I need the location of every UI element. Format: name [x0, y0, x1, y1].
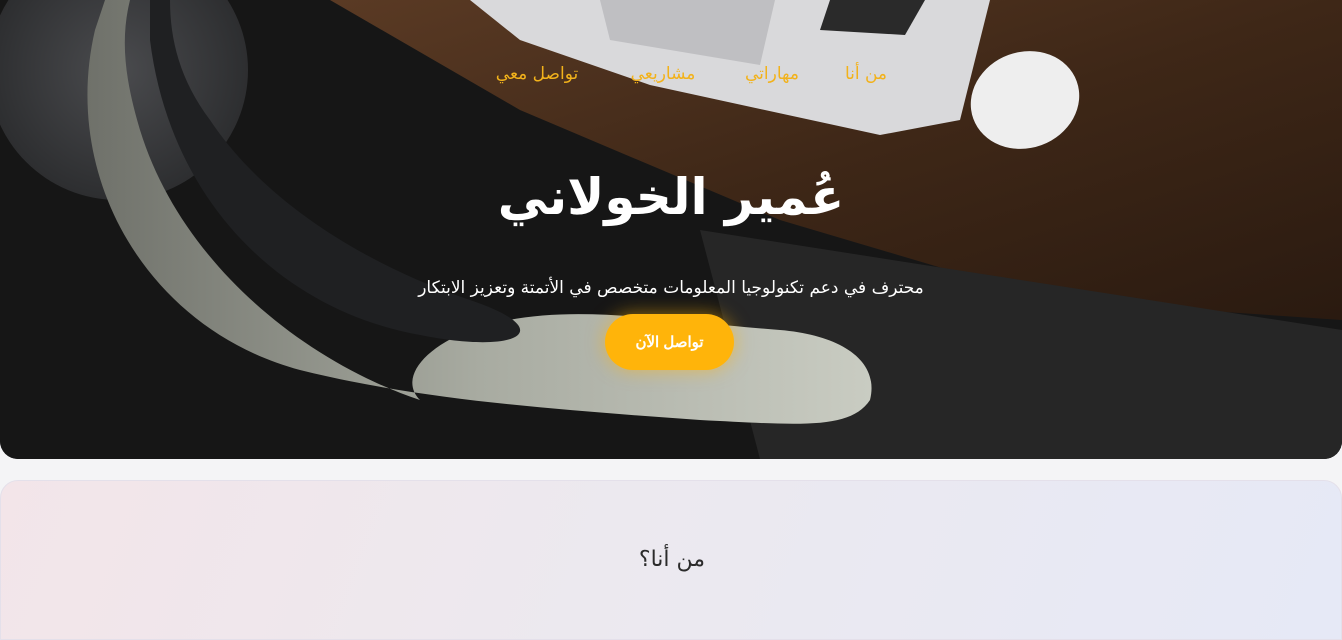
about-title: من أنا؟	[638, 547, 706, 572]
contact-now-button[interactable]: تواصل الآن	[605, 314, 734, 370]
main-nav: من أنا مهاراتي مشاريعي تواصل معي	[0, 64, 1342, 94]
nav-item-about[interactable]: من أنا	[845, 64, 887, 84]
about-section: من أنا؟	[0, 480, 1342, 640]
hero-title: عُمير الخولاني	[497, 168, 845, 226]
nav-item-projects[interactable]: مشاريعي	[631, 64, 696, 84]
hero-section: من أنا مهاراتي مشاريعي تواصل معي عُمير ا…	[0, 0, 1342, 459]
hero-subtitle: محترف في دعم تكنولوجيا المعلومات متخصص ف…	[418, 278, 924, 298]
nav-item-contact[interactable]: تواصل معي	[496, 64, 578, 84]
nav-item-skills[interactable]: مهاراتي	[745, 64, 799, 84]
